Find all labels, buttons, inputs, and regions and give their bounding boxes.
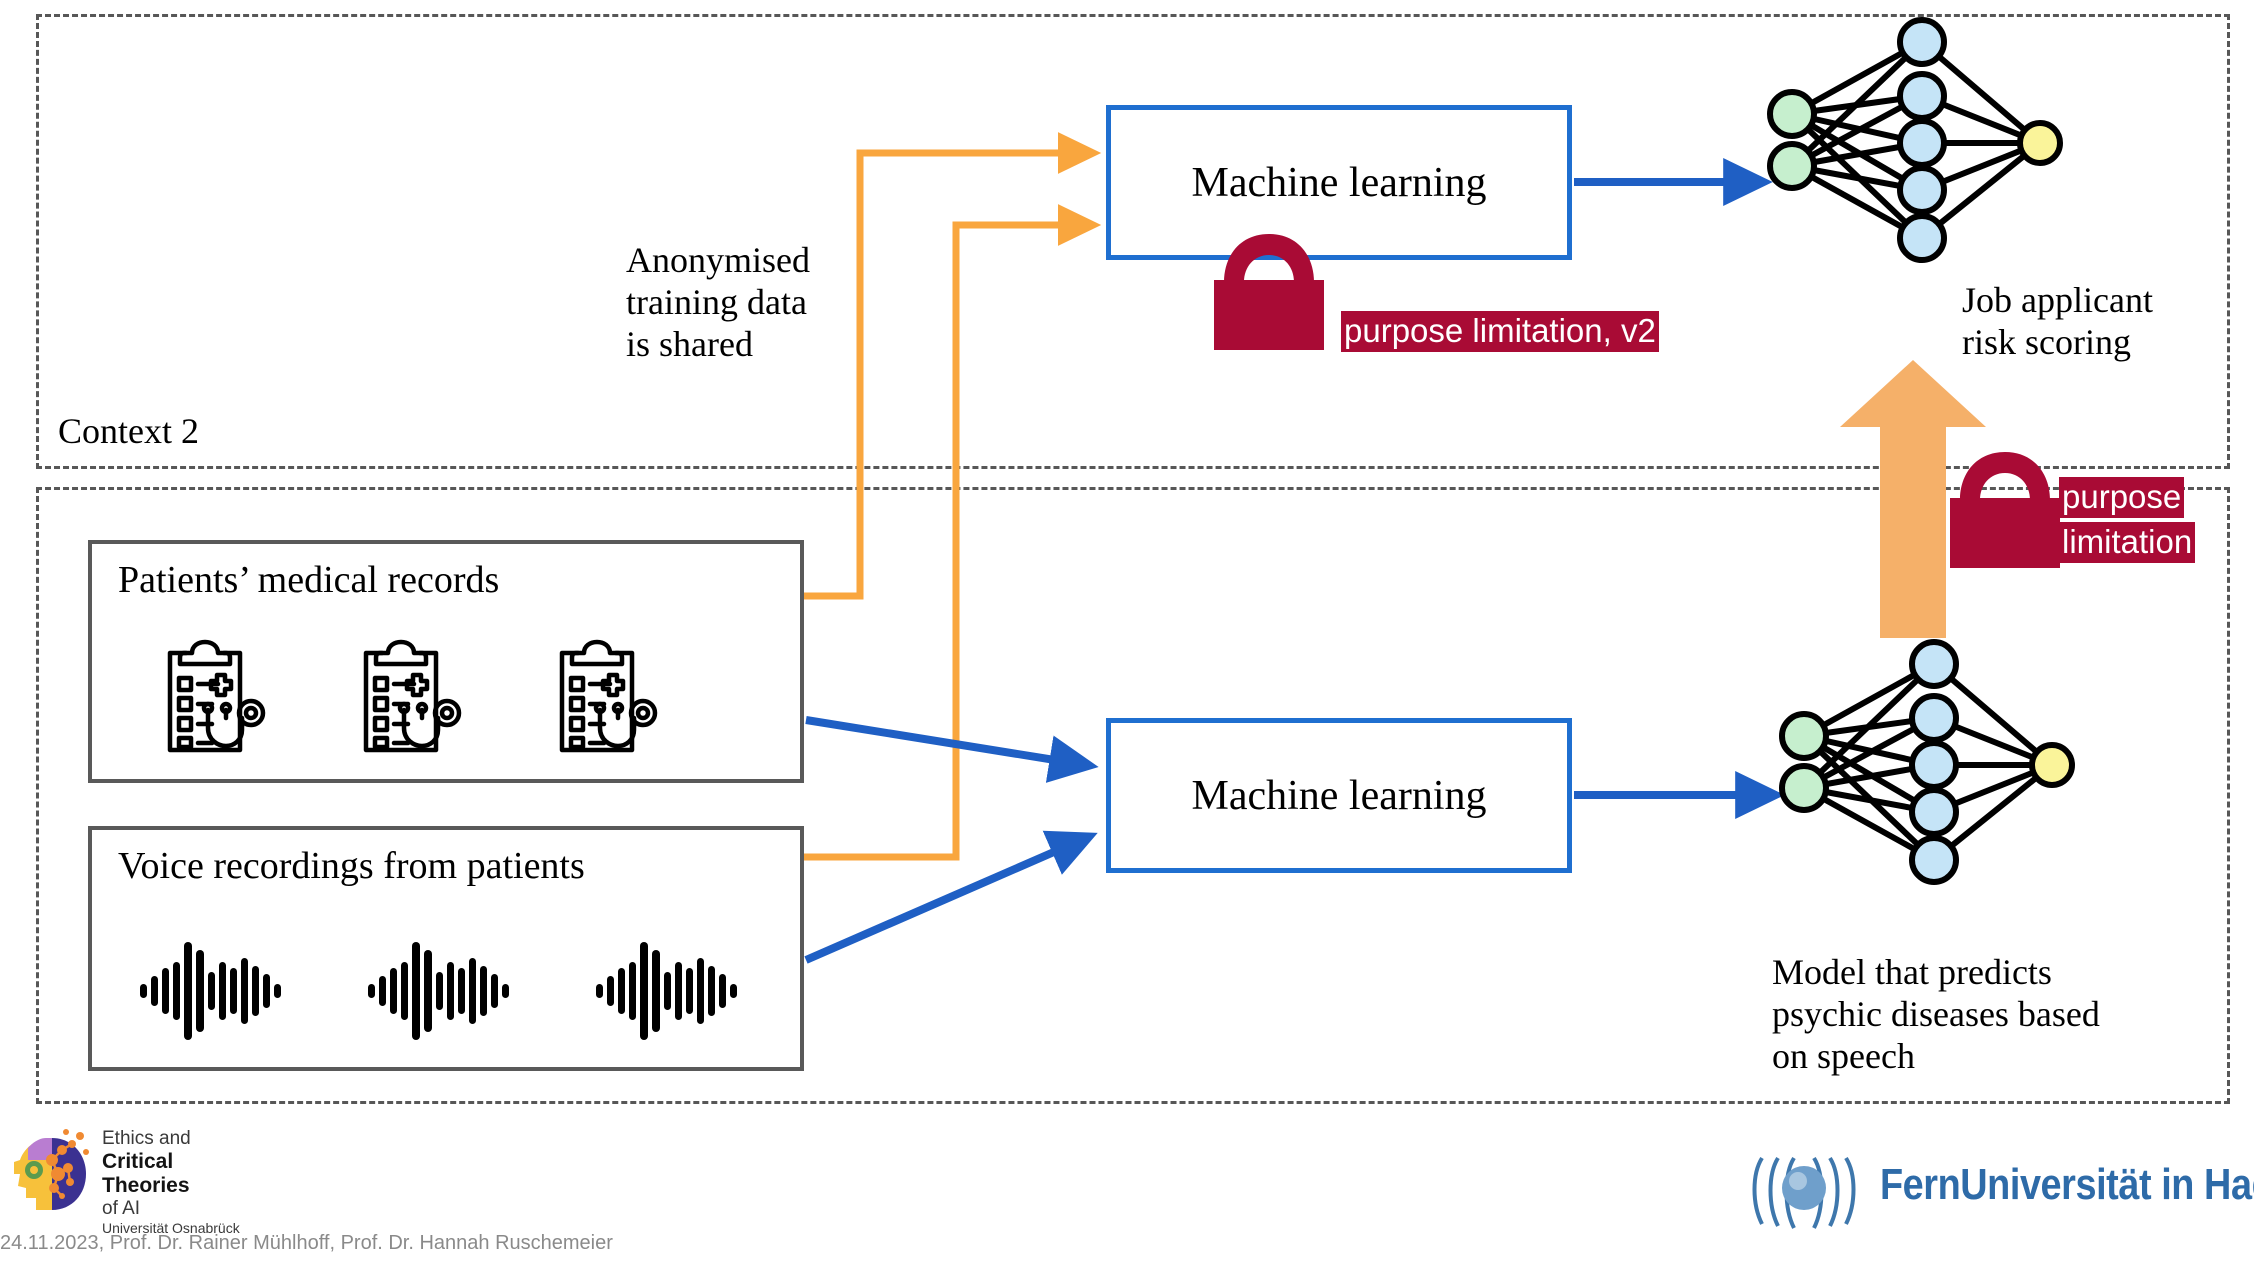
job-applicant-risk-scoring-caption: Job applicant risk scoring	[1962, 280, 2242, 364]
anonymised-caption-line-2: training data	[626, 281, 807, 322]
context-2-label: Context 2	[58, 411, 199, 451]
job-applicant-caption-line-1: Job applicant	[1962, 280, 2153, 320]
audio-waveform-icon	[596, 942, 737, 1040]
ethics-critical-theories-logo: Ethics and Critical Theories of AI Unive…	[6, 1128, 266, 1236]
model-predicts-caption-line-2: psychic diseases based	[1772, 993, 2100, 1034]
voice-recordings-title: Voice recordings from patients	[118, 845, 585, 887]
purpose-limitation-label: purpose limitation	[2059, 477, 2196, 563]
model-predicts-caption-line-1: Model that predicts	[1772, 952, 2052, 992]
job-applicant-caption-line-2: risk scoring	[1962, 321, 2131, 362]
machine-learning-box-top[interactable]: Machine learning	[1106, 105, 1572, 260]
padlock-icon-bottom	[1950, 452, 2060, 568]
audio-waveform-icon	[368, 942, 509, 1040]
patients-medical-records-box[interactable]: Patients’ medical records	[88, 540, 804, 783]
patients-medical-records-title: Patients’ medical records	[118, 559, 500, 601]
clipboard-stethoscope-icon	[363, 639, 462, 753]
footer-date-authors: 24.11.2023, Prof. Dr. Rainer Mühlhoff, P…	[0, 1232, 613, 1254]
neural-network-top	[1767, 17, 2063, 263]
audio-waveform-icon	[140, 942, 281, 1040]
neural-network-bottom	[1779, 639, 2075, 885]
anonymised-caption-line-3: is shared	[626, 323, 753, 364]
anonymised-caption-line-1: Anonymised	[626, 240, 810, 280]
model-predicts-caption-line-3: on speech	[1772, 1035, 1915, 1076]
purpose-limitation-v2-text: purpose limitation, v2	[1341, 311, 1659, 352]
machine-learning-label-top: Machine learning	[1191, 159, 1487, 206]
voice-recordings-box[interactable]: Voice recordings from patients	[88, 826, 804, 1071]
anonymised-training-caption: Anonymised training data is shared	[626, 240, 876, 365]
clipboard-stethoscope-icon	[167, 639, 266, 753]
padlock-icon-top	[1214, 234, 1324, 350]
clipboard-stethoscope-icon	[559, 639, 658, 753]
machine-learning-box-bottom[interactable]: Machine learning	[1106, 718, 1572, 873]
ethics-logo-line-1: Ethics and	[102, 1128, 191, 1149]
ethics-logo-line-2: Critical Theories	[102, 1150, 190, 1197]
fernuniversitaet-wordmark: FernUniversität in Hagen	[1880, 1160, 2254, 1209]
fernuni-rings-icon	[1752, 1156, 1856, 1229]
ethics-head-network-icon	[14, 1129, 89, 1210]
slide-canvas: Context 2 Anonymised training data is sh…	[0, 0, 2254, 1263]
fernuniversitaet-logo: FernUniversität in Hagen	[1748, 1152, 2254, 1232]
purpose-limitation-text-line-2: limitation	[2059, 521, 2196, 563]
purpose-limitation-text-line-1: purpose	[2059, 477, 2185, 518]
purpose-limitation-v2-label: purpose limitation, v2	[1341, 311, 1659, 352]
ethics-logo-line-3: of AI	[102, 1198, 141, 1219]
model-predicts-caption: Model that predicts psychic diseases bas…	[1772, 952, 2202, 1077]
machine-learning-label-bottom: Machine learning	[1191, 772, 1487, 819]
